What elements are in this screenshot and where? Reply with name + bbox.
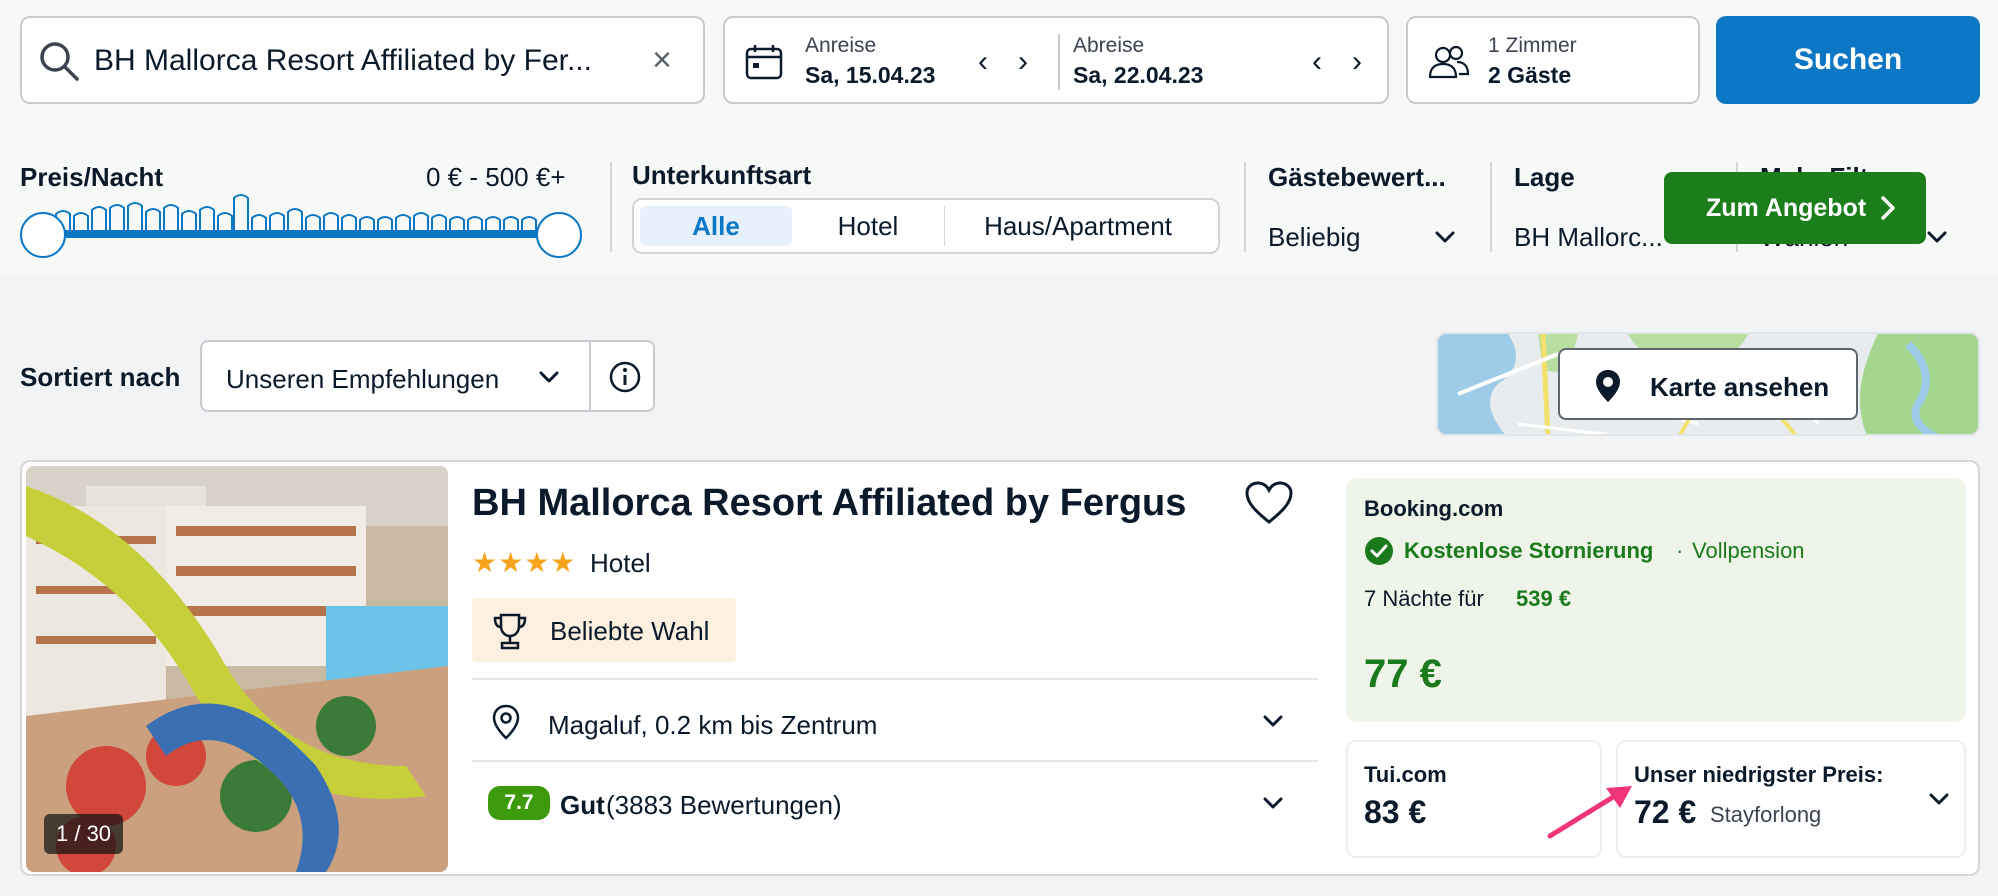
- checkin-prev-icon[interactable]: ‹: [971, 42, 995, 82]
- sort-dropdown[interactable]: Unseren Empfehlungen: [200, 340, 655, 412]
- search-icon: [40, 42, 79, 81]
- hotel-result-card[interactable]: 1 / 30 BH Mallorca Resort Affiliated by …: [20, 460, 1980, 876]
- alt-price: 72 €: [1634, 794, 1697, 830]
- photo-counter: 1 / 30: [44, 814, 124, 854]
- type-option-all[interactable]: Alle: [640, 206, 792, 246]
- date-picker[interactable]: Anreise Sa, 15.04.23 ‹ › Abreise Sa, 22.…: [723, 16, 1389, 104]
- badge-label: Beliebte Wahl: [550, 616, 710, 646]
- check-circle-icon: [1365, 537, 1393, 565]
- popular-choice-badge: Beliebte Wahl: [472, 598, 736, 662]
- view-map-label: Karte ansehen: [1650, 372, 1830, 402]
- price-min-handle[interactable]: [20, 212, 66, 258]
- nights-text: 7 Nächte für: [1364, 586, 1484, 611]
- chevron-down-icon[interactable]: [1926, 226, 1948, 248]
- price-range-value: 0 € - 500 €+: [426, 162, 566, 192]
- rating-score-badge: 7.7: [488, 786, 550, 820]
- view-offer-label: Zum Angebot: [1706, 194, 1867, 222]
- chevron-down-icon[interactable]: [1262, 710, 1284, 732]
- view-map-button[interactable]: Karte ansehen: [1558, 348, 1858, 420]
- hotel-photo-image: [26, 466, 448, 872]
- offer-price: 77 €: [1364, 652, 1442, 696]
- board-type: Vollpension: [1692, 538, 1805, 563]
- alt-offer-lowest[interactable]: Unser niedrigster Preis: 72 € Stayforlon…: [1616, 740, 1966, 858]
- calendar-icon: [745, 45, 783, 80]
- location-value[interactable]: BH Mallorc...: [1514, 222, 1663, 253]
- type-option-house[interactable]: Haus/Apartment: [946, 206, 1210, 246]
- alt-provider: Unser niedrigster Preis:: [1634, 762, 1884, 787]
- checkout-next-icon[interactable]: ›: [1345, 42, 1369, 82]
- rating-word: Gut: [560, 790, 605, 820]
- guest-rating-value[interactable]: Beliebig: [1268, 222, 1361, 253]
- filter-divider: [1244, 162, 1246, 252]
- property-type: Hotel: [590, 548, 651, 578]
- chevron-right-icon: [1881, 196, 1895, 220]
- filter-divider: [1490, 162, 1492, 252]
- view-offer-button[interactable]: Zum Angebot: [1664, 172, 1926, 244]
- hotel-name[interactable]: BH Mallorca Resort Affiliated by Fergus: [472, 482, 1186, 525]
- accommodation-type-toggle: Alle Hotel Haus/Apartment: [632, 198, 1220, 254]
- date-divider: [1058, 34, 1060, 90]
- guest-rating-label: Gästebewert...: [1268, 162, 1446, 192]
- sort-divider: [589, 342, 591, 410]
- checkout-prev-icon[interactable]: ‹: [1305, 42, 1329, 82]
- type-option-hotel[interactable]: Hotel: [792, 206, 944, 246]
- accommodation-type-label: Unterkunftsart: [632, 160, 812, 190]
- alt-provider: Tui.com: [1364, 762, 1447, 787]
- chevron-down-icon[interactable]: [1262, 792, 1284, 814]
- free-cancellation: Kostenlose Stornierung: [1404, 538, 1654, 563]
- search-input[interactable]: BH Mallorca Resort Affiliated by Fer...: [94, 44, 592, 78]
- price-max-handle[interactable]: [536, 212, 582, 258]
- alt-vendor: Stayforlong: [1710, 802, 1822, 827]
- hotel-location: Magaluf, 0.2 km bis Zentrum: [548, 710, 878, 740]
- trophy-icon: [493, 613, 527, 650]
- checkout-value[interactable]: Sa, 22.04.23: [1073, 62, 1203, 89]
- sort-value[interactable]: Unseren Empfehlungen: [226, 364, 499, 395]
- card-divider: [472, 760, 1318, 762]
- info-icon[interactable]: [608, 360, 642, 394]
- chevron-down-icon[interactable]: [1434, 226, 1456, 248]
- location-pin-icon: [492, 704, 520, 740]
- alt-price: 83 €: [1364, 794, 1427, 830]
- guests-picker[interactable]: 1 Zimmer 2 Gäste: [1406, 16, 1700, 104]
- heart-icon[interactable]: [1244, 480, 1294, 526]
- destination-search-field[interactable]: BH Mallorca Resort Affiliated by Fer... …: [20, 16, 705, 104]
- map-pin-icon: [1596, 370, 1620, 402]
- checkout-label: Abreise: [1073, 34, 1145, 57]
- guests-value: 2 Gäste: [1488, 62, 1572, 88]
- guests-icon: [1428, 45, 1470, 79]
- price-filter-label: Preis/Nacht: [20, 162, 164, 192]
- clear-search-icon[interactable]: ×: [642, 38, 682, 82]
- checkin-value[interactable]: Sa, 15.04.23: [805, 62, 935, 89]
- checkin-label: Anreise: [805, 34, 877, 57]
- location-label: Lage: [1514, 162, 1575, 192]
- price-slider-track[interactable]: [44, 230, 560, 238]
- nights-total-price: 539 €: [1516, 586, 1572, 611]
- rating-count: (3883 Bewertungen): [606, 790, 842, 820]
- offer-separator: ·: [1676, 538, 1684, 563]
- sort-label: Sortiert nach: [20, 362, 181, 392]
- hotel-photo[interactable]: 1 / 30: [26, 466, 448, 872]
- price-histogram: [55, 194, 537, 230]
- chevron-down-icon[interactable]: [538, 366, 560, 388]
- annotation-arrow-icon: [1547, 786, 1632, 839]
- filter-divider: [610, 162, 612, 252]
- offer-provider: Booking.com: [1364, 496, 1504, 521]
- search-button[interactable]: Suchen: [1716, 16, 1980, 104]
- main-offer[interactable]: Booking.com Kostenlose Stornierung · Vol…: [1346, 478, 1966, 722]
- checkin-next-icon[interactable]: ›: [1011, 42, 1035, 82]
- type-divider: [944, 206, 945, 246]
- card-divider: [472, 678, 1318, 680]
- star-rating: ★★★★: [472, 547, 577, 578]
- chevron-down-icon[interactable]: [1928, 788, 1950, 810]
- rooms-label: 1 Zimmer: [1488, 34, 1577, 57]
